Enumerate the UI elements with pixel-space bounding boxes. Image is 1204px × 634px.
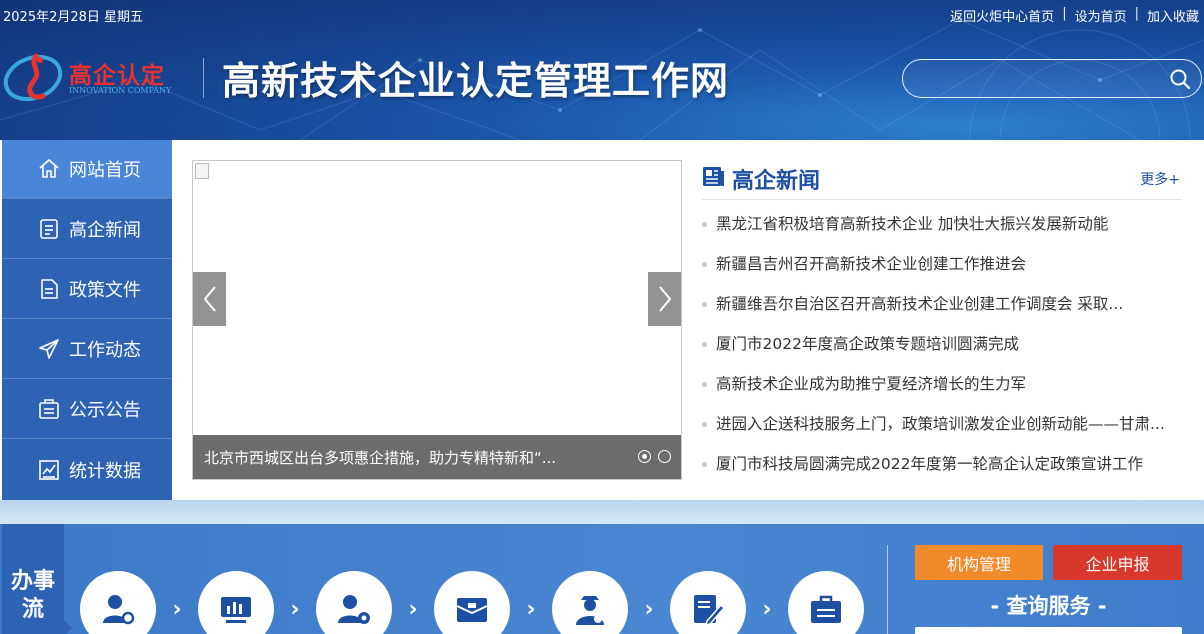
tag-text-cut: 流 bbox=[21, 597, 44, 622]
sidebar-item-label: 网站首页 bbox=[69, 160, 141, 181]
edit-form-icon bbox=[694, 595, 726, 627]
news-panel: 高企新闻 更多+ 黑龙江省积极培育高新技术企业 加快壮大振兴发展新动能 新疆昌吉… bbox=[702, 160, 1182, 480]
monitor-chart-icon bbox=[221, 597, 251, 623]
step-user-settings[interactable] bbox=[80, 571, 156, 634]
broken-image-placeholder bbox=[195, 163, 209, 179]
logo-subtitle: INNOVATION COMPANY bbox=[69, 86, 172, 95]
sidebar-item-label: 统计数据 bbox=[69, 460, 141, 482]
step-edit-form[interactable] bbox=[670, 571, 746, 634]
news-header: 高企新闻 更多+ bbox=[702, 160, 1182, 200]
archive-box-icon bbox=[456, 598, 488, 622]
site-logo[interactable]: 高企认定 INNOVATION COMPANY bbox=[3, 46, 188, 108]
chevron-right-icon: › bbox=[408, 596, 418, 622]
sidebar-item-work-updates[interactable]: 工作动态 bbox=[2, 320, 172, 379]
tag-pointer bbox=[64, 620, 72, 634]
org-management-button[interactable]: 机构管理 bbox=[915, 545, 1043, 580]
user-gear-icon bbox=[338, 595, 370, 624]
news-list-item[interactable]: 进园入企送科技服务上门，政策培训激发企业创新动能——甘肃... bbox=[702, 404, 1182, 444]
service-process-tag: 办事 流 bbox=[2, 524, 72, 634]
top-links: 返回火炬中心首页 | 设为首页 | 加入收藏 bbox=[950, 6, 1199, 25]
news-list: 黑龙江省积极培育高新技术企业 加快壮大振兴发展新动能 新疆昌吉州召开高新技术企业… bbox=[702, 204, 1182, 484]
site-header: 2025年2月28日 星期五 返回火炬中心首页 | 设为首页 | 加入收藏 高企… bbox=[0, 0, 1204, 140]
chart-icon bbox=[37, 458, 61, 482]
news-doc-icon bbox=[37, 217, 61, 241]
sidebar-item-label: 政策文件 bbox=[69, 280, 141, 301]
link-separator: | bbox=[1134, 6, 1139, 21]
news-list-item[interactable]: 厦门市科技局圆满完成2022年度第一轮高企认定政策宣讲工作 bbox=[702, 444, 1182, 484]
sidebar-item-label: 公示公告 bbox=[69, 400, 141, 421]
file-icon bbox=[37, 277, 61, 301]
add-favorites-link[interactable]: 加入收藏 bbox=[1147, 6, 1199, 25]
carousel-dot-2[interactable] bbox=[658, 450, 671, 463]
news-section-title: 高企新闻 bbox=[732, 169, 821, 194]
logo-divider bbox=[203, 58, 204, 98]
chevron-right-icon: › bbox=[172, 596, 182, 622]
notice-icon bbox=[37, 397, 61, 421]
step-support-staff[interactable] bbox=[552, 571, 628, 634]
user-settings-icon bbox=[103, 595, 135, 625]
logo-mark-icon bbox=[3, 53, 63, 102]
chevron-right-icon bbox=[658, 286, 671, 312]
home-icon bbox=[37, 157, 61, 181]
sidebar-item-notices[interactable]: 公示公告 bbox=[2, 380, 172, 439]
chevron-right-icon: › bbox=[290, 596, 300, 622]
news-list-item[interactable]: 新疆昌吉州召开高新技术企业创建工作推进会 bbox=[702, 244, 1182, 284]
sidebar-item-label: 工作动态 bbox=[69, 340, 141, 361]
search-icon[interactable] bbox=[1169, 68, 1191, 90]
news-carousel[interactable]: 北京市西城区出台多项惠企措施，助力专精特新和“... bbox=[192, 160, 682, 480]
search-input[interactable] bbox=[917, 67, 1157, 91]
sidebar-item-home[interactable]: 网站首页 bbox=[2, 140, 172, 199]
enterprise-apply-button[interactable]: 企业申报 bbox=[1053, 545, 1182, 580]
chevron-right-icon: › bbox=[644, 596, 654, 622]
news-list-item[interactable]: 黑龙江省积极培育高新技术企业 加快壮大振兴发展新动能 bbox=[702, 204, 1182, 244]
sidebar-item-news[interactable]: 高企新闻 bbox=[2, 200, 172, 259]
carousel-prev-button[interactable] bbox=[193, 272, 226, 326]
current-date: 2025年2月28日 星期五 bbox=[3, 10, 144, 25]
sidebar-item-label: 高企新闻 bbox=[69, 220, 141, 241]
chevron-right-icon: › bbox=[526, 596, 536, 622]
step-briefcase[interactable] bbox=[788, 571, 864, 634]
briefcase-icon bbox=[811, 595, 841, 623]
service-steps: › › › › › › bbox=[80, 571, 864, 634]
newspaper-icon bbox=[703, 167, 724, 186]
step-user-gear[interactable] bbox=[316, 571, 392, 634]
service-divider bbox=[887, 545, 888, 634]
logo-text: 高企认定 bbox=[69, 63, 165, 89]
news-list-item[interactable]: 厦门市2022年度高企政策专题培训圆满完成 bbox=[702, 324, 1182, 364]
set-homepage-link[interactable]: 设为首页 bbox=[1075, 6, 1127, 25]
support-staff-icon bbox=[576, 596, 604, 625]
step-monitor-chart[interactable] bbox=[198, 571, 274, 634]
carousel-dots bbox=[638, 450, 671, 463]
chevron-left-icon bbox=[203, 286, 216, 312]
tag-text: 办事 bbox=[10, 569, 55, 594]
carousel-caption-bar: 北京市西城区出台多项惠企措施，助力专精特新和“... bbox=[193, 435, 681, 479]
link-separator: | bbox=[1062, 6, 1067, 21]
news-more-link[interactable]: 更多+ bbox=[1140, 169, 1180, 189]
torch-center-home-link[interactable]: 返回火炬中心首页 bbox=[950, 6, 1054, 25]
carousel-caption[interactable]: 北京市西城区出台多项惠企措施，助力专精特新和“... bbox=[204, 447, 584, 468]
step-archive-box[interactable] bbox=[434, 571, 510, 634]
query-service-title: - 查询服务 - bbox=[990, 594, 1107, 618]
chevron-right-icon: › bbox=[762, 596, 772, 622]
sidebar-nav: 网站首页 高企新闻 政策文件 工作动态 公示公告 统计数据 bbox=[2, 140, 172, 500]
paper-plane-icon bbox=[37, 337, 61, 361]
news-list-item[interactable]: 新疆维吾尔自治区召开高新技术企业创建工作调度会 采取... bbox=[702, 284, 1182, 324]
carousel-dot-1[interactable] bbox=[638, 450, 651, 463]
sidebar-item-statistics[interactable]: 统计数据 bbox=[2, 440, 172, 499]
news-list-item[interactable]: 高新技术企业成为助推宁夏经济增长的生力军 bbox=[702, 364, 1182, 404]
carousel-next-button[interactable] bbox=[648, 272, 681, 326]
query-input[interactable] bbox=[915, 627, 1182, 634]
site-title: 高新技术企业认定管理工作网 bbox=[222, 58, 730, 103]
sidebar-item-policy[interactable]: 政策文件 bbox=[2, 260, 172, 319]
search-box bbox=[902, 59, 1202, 98]
section-gap bbox=[0, 500, 1204, 524]
